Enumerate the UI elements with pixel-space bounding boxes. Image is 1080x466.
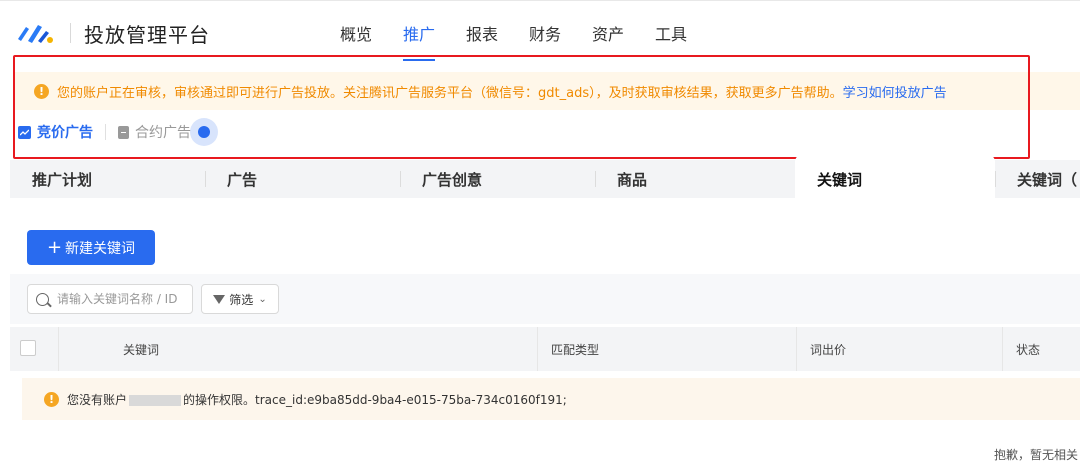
tab-divider [400, 171, 401, 187]
chart-icon [18, 125, 31, 139]
document-icon [118, 125, 129, 139]
tab-keywords[interactable]: 关键词 [795, 154, 995, 198]
tab-campaigns[interactable]: 推广计划 [10, 160, 210, 198]
keyword-search-input[interactable] [57, 292, 187, 306]
new-keyword-label: 新建关键词 [65, 240, 136, 257]
nav-assets[interactable]: 资产 [592, 21, 655, 61]
nav-tools[interactable]: 工具 [655, 21, 718, 61]
nav-reports[interactable]: 报表 [466, 21, 529, 61]
tab-divider [995, 171, 996, 187]
tab-label: 推广计划 [32, 170, 93, 189]
contract-ads-label: 合约广告 [135, 125, 191, 141]
tab-products[interactable]: 商品 [595, 160, 795, 198]
search-icon [36, 292, 49, 306]
tab-label: 广告 [227, 170, 258, 189]
tab-creatives[interactable]: 广告创意 [400, 160, 600, 198]
plus-icon: + [46, 236, 63, 258]
permission-error-row: ! 您没有账户 的操作权限。trace_id:e9ba85dd-9ba4-e015… [22, 378, 1080, 420]
tab-label: 关键词 [817, 170, 863, 189]
warning-icon: ! [44, 391, 59, 407]
column-keyword[interactable]: 关键词 [110, 327, 159, 371]
nav-promotion[interactable]: 推广 [403, 21, 466, 61]
new-keyword-button[interactable]: + 新建关键词 [27, 230, 155, 265]
column-bid[interactable]: 词出价 [797, 327, 846, 371]
tab-ads[interactable]: 广告 [205, 160, 405, 198]
tab-label: 关键词（ [1017, 170, 1078, 189]
app-title: 投放管理平台 [84, 23, 210, 47]
main-nav: 概览 推广 报表 财务 资产 工具 [340, 21, 718, 61]
redacted-account [129, 394, 182, 406]
table-header: 关键词 匹配类型 词出价 状态 [10, 327, 1080, 371]
notice-text: 您的账户正在审核，审核通过即可进行广告投放。关注腾讯广告服务平台（微信号：gdt… [57, 85, 843, 101]
filter-label: 筛选 [229, 292, 254, 307]
learn-how-link[interactable]: 学习如何投放广告 [843, 82, 947, 101]
tab-label: 广告创意 [422, 170, 483, 189]
header-divider [70, 23, 71, 43]
bidding-ads-label: 竞价广告 [37, 125, 93, 141]
error-suffix: 的操作权限。trace_id:e9ba85dd-9ba4-e015-75ba-7… [183, 392, 567, 407]
entity-tabs: 推广计划 广告 广告创意 商品 关键词 关键词（ [10, 154, 1080, 198]
ad-type-switch: 竞价广告 合约广告 [18, 122, 191, 142]
error-prefix: 您没有账户 [67, 392, 128, 407]
review-notice-bar: ! 您的账户正在审核，审核通过即可进行广告投放。关注腾讯广告服务平台（微信号：g… [14, 72, 1080, 110]
nav-finance[interactable]: 财务 [529, 21, 592, 61]
permission-error-text: 您没有账户 的操作权限。trace_id:e9ba85dd-9ba4-e015-7… [67, 391, 567, 408]
select-all-checkbox[interactable] [20, 340, 36, 356]
tab-divider [595, 171, 596, 187]
click-indicator [190, 118, 218, 146]
bidding-ads-tab[interactable]: 竞价广告 [18, 122, 93, 142]
tab-divider [205, 171, 206, 187]
empty-state-text: 抱歉，暂无相关 [994, 448, 1079, 462]
chevron-down-icon: ⌄ [258, 293, 267, 305]
filter-button[interactable]: 筛选 ⌄ [201, 284, 279, 314]
column-status[interactable]: 状态 [1003, 327, 1040, 371]
brand-logo-icon[interactable] [16, 21, 56, 45]
column-match-type[interactable]: 匹配类型 [538, 327, 599, 371]
tab-keywords-more[interactable]: 关键词（ [995, 160, 1080, 198]
nav-overview[interactable]: 概览 [340, 21, 403, 61]
top-header: 投放管理平台 概览 推广 报表 财务 资产 工具 [0, 0, 1080, 62]
funnel-icon [213, 294, 226, 304]
ad-type-divider [105, 124, 106, 140]
warning-icon: ! [34, 83, 49, 99]
column-divider [58, 327, 59, 371]
keyword-search-box[interactable] [27, 284, 193, 314]
contract-ads-tab[interactable]: 合约广告 [118, 122, 191, 142]
tab-label: 商品 [617, 170, 648, 189]
